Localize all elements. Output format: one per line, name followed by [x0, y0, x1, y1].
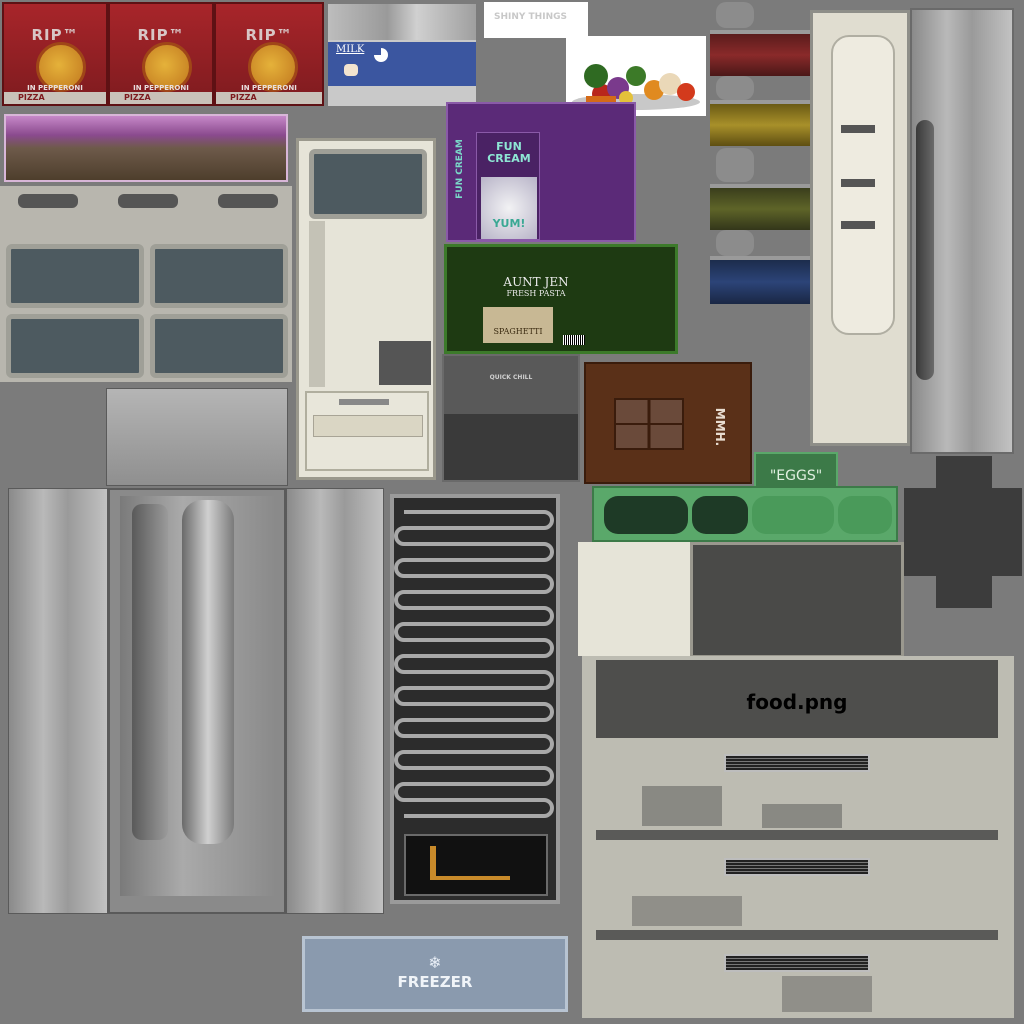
canister-gray — [716, 2, 754, 28]
food-shadow — [782, 976, 872, 1012]
door-slot — [841, 125, 875, 133]
food-shadow — [642, 786, 722, 826]
chocolate-bar — [614, 398, 684, 450]
glass-compartment — [6, 244, 144, 308]
milk-label-band: MILK — [328, 42, 476, 86]
condenser-coil-panel — [390, 494, 560, 904]
fun-cream-box: FUN CREAM FUN CREAM YUM! — [446, 102, 636, 242]
pizza-foot: PIZZA — [110, 92, 212, 104]
pizza-sub: IN PEPPERONI — [241, 84, 297, 92]
food-shadow — [632, 896, 742, 926]
vent — [724, 858, 870, 876]
pasta-brand: AUNT JEN — [503, 275, 569, 289]
pasta-variety: SPAGHETTI — [493, 327, 543, 336]
fridge-door-steel-center — [108, 488, 286, 914]
food-panel-header: food.png — [596, 660, 998, 738]
fridge-door-steel-left — [8, 488, 108, 914]
door-handle — [182, 500, 234, 844]
fridge-door-steel-right — [910, 8, 1014, 454]
glass-compartment — [309, 149, 427, 219]
cow-icon — [344, 64, 358, 76]
cream-block — [578, 542, 692, 656]
snowflake-icon: ❄ — [428, 953, 442, 972]
dark-bin — [690, 542, 904, 658]
glass-compartment — [150, 244, 288, 308]
fridge-inner-door — [296, 138, 436, 480]
food-shadow — [762, 804, 842, 828]
fun-cream-title: FUN CREAM — [487, 140, 531, 165]
milk-carton: MILK — [328, 4, 476, 106]
freezer-label: FREEZER — [397, 973, 473, 991]
compressor-area — [404, 834, 548, 896]
fridge-inner-panel — [0, 186, 292, 382]
canister-gray — [716, 148, 754, 182]
hinge-block — [904, 488, 1022, 576]
steel-panel — [286, 488, 384, 914]
pizza-box-3: RIP™ IN PEPPERONI PIZZA — [214, 2, 324, 106]
pasta-image: SPAGHETTI — [483, 307, 553, 343]
door-handle — [132, 504, 168, 840]
door-slot — [841, 179, 875, 187]
glass-compartment — [150, 314, 288, 378]
chocolate-label: MMH. — [713, 407, 727, 447]
pizza-foot: PIZZA — [4, 92, 106, 104]
fun-cream-panel: FUN CREAM YUM! — [476, 132, 540, 240]
canister-blue — [710, 256, 810, 304]
fridge-door-cream — [810, 10, 910, 446]
freezer-label-plate: ❄ FREEZER — [302, 936, 568, 1012]
shiny-things-text: SHINY THINGS — [494, 12, 567, 22]
food-title: food.png — [746, 690, 848, 714]
pasta-line: FRESH PASTA — [506, 289, 566, 298]
canister-gray — [716, 230, 754, 256]
canister-olive — [710, 184, 810, 230]
canister-red — [710, 30, 810, 76]
door-slot — [841, 221, 875, 229]
shelf-bar — [596, 830, 998, 840]
fun-cream-side-label: FUN CREAM — [455, 139, 465, 199]
pie-chart-icon — [374, 48, 388, 62]
steel-panel — [106, 388, 288, 486]
quick-chill-label: QUICK CHILL — [489, 374, 533, 381]
chocolate-box: MMH. — [584, 362, 752, 484]
vent — [724, 954, 870, 972]
shiny-things-sign: SHINY THINGS — [484, 2, 588, 38]
crisper-drawer — [305, 391, 429, 471]
door-shelf-rail — [309, 221, 325, 387]
glass-compartment — [6, 314, 144, 378]
canister-gray — [716, 76, 754, 100]
condenser-coil-icon — [394, 510, 554, 818]
pizza-box-2: RIP™ IN PEPPERONI PIZZA — [108, 2, 214, 106]
shelf-purple — [4, 114, 288, 182]
pizza-box-1: RIP™ IN PEPPERONI PIZZA — [2, 2, 108, 106]
door-gap — [379, 341, 431, 385]
vent — [724, 754, 870, 772]
food-panel: food.png — [582, 656, 1014, 1018]
canister-yellow — [710, 100, 810, 146]
quick-chill-box: QUICK CHILL — [442, 354, 580, 482]
pizza-sub: IN PEPPERONI — [27, 84, 83, 92]
shelf-bar — [596, 930, 998, 940]
pizza-sub: IN PEPPERONI — [133, 84, 189, 92]
door-handle — [916, 120, 934, 380]
fun-cream-yum: YUM! — [492, 217, 526, 230]
eggs-label: "EGGS" — [769, 468, 823, 484]
pizza-logo: RIP™ — [137, 26, 185, 44]
eggs-carton — [592, 486, 898, 542]
milk-label: MILK — [336, 44, 365, 55]
pizza-foot: PIZZA — [216, 92, 322, 104]
pasta-box: AUNT JEN FRESH PASTA SPAGHETTI — [444, 244, 678, 354]
barcode-icon — [563, 335, 585, 345]
pizza-logo: RIP™ — [31, 26, 79, 44]
